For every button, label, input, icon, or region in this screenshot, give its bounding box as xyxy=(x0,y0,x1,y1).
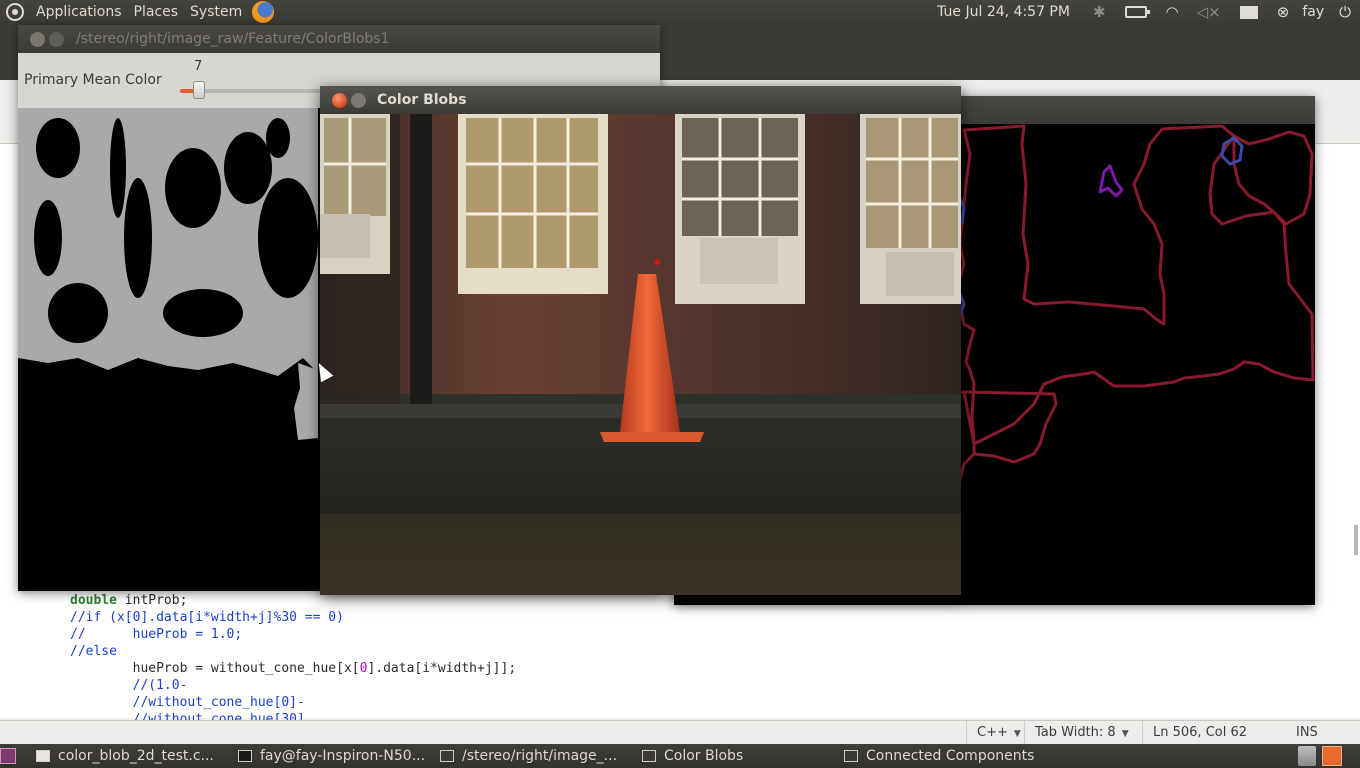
code-token: //without_cone_hue[0]- xyxy=(132,695,305,710)
clock[interactable]: Tue Jul 24, 4:57 PM xyxy=(937,4,1070,20)
code-token: ].data[i*width+j]]; xyxy=(367,661,517,676)
wifi-icon[interactable]: ◠ xyxy=(1166,0,1179,24)
trash-icon[interactable] xyxy=(1298,746,1316,766)
editor-statusbar: C++ ▼ Tab Width: 8 ▼ Ln 506, Col 62 INS xyxy=(0,720,1360,745)
task-editor[interactable]: color_blob_2d_test.c... xyxy=(36,744,214,768)
menu-places[interactable]: Places xyxy=(128,0,185,24)
code-line[interactable]: //(1.0- xyxy=(70,677,516,694)
code-view[interactable]: double intProb; //if (x[0].data[i*width+j… xyxy=(70,592,516,728)
terminal-icon xyxy=(238,750,252,762)
code-token: //(1.0- xyxy=(132,678,188,693)
code-line[interactable]: //without_cone_hue[0]- xyxy=(70,694,516,711)
window-title: Color Blobs xyxy=(377,92,467,108)
window-icon xyxy=(844,750,858,762)
code-line[interactable]: hueProb = without_cone_hue[x[0].data[i*w… xyxy=(70,660,517,677)
close-icon[interactable] xyxy=(30,32,45,47)
battery-icon[interactable] xyxy=(1124,6,1150,18)
editor-scrollbar[interactable] xyxy=(1354,525,1358,555)
insert-mode: INS xyxy=(1296,725,1318,740)
code-token: hueProb = without_cone_hue[x[ xyxy=(132,661,360,676)
task-label: fay@fay-Inspiron-N50... xyxy=(260,748,426,764)
tab-width-selector[interactable]: Tab Width: 8 ▼ xyxy=(1024,721,1142,745)
user-name[interactable]: fay xyxy=(1302,4,1324,20)
code-line[interactable]: // hueProb = 1.0; xyxy=(70,626,516,643)
main-menu: Applications Places System xyxy=(0,0,275,24)
power-icon[interactable]: ⏻ xyxy=(1339,0,1351,24)
menu-system[interactable]: System xyxy=(184,0,248,24)
task-label: color_blob_2d_test.c... xyxy=(58,748,214,764)
cursor-position: Ln 506, Col 62 xyxy=(1142,721,1282,745)
window-title: /stereo/right/image_raw/Feature/ColorBlo… xyxy=(76,31,390,47)
task-color-blobs[interactable]: Color Blobs xyxy=(642,744,743,768)
contour-right-cluster xyxy=(1232,130,1314,226)
trackbar-label: Primary Mean Color xyxy=(24,72,162,88)
contour-large xyxy=(956,124,1315,446)
text-editor-icon xyxy=(36,750,50,762)
task-label: Connected Components xyxy=(866,748,1035,764)
window-icon xyxy=(440,750,454,762)
ubuntu-logo-icon[interactable] xyxy=(6,3,24,21)
top-panel: Applications Places System Tue Jul 24, 4… xyxy=(0,0,1360,24)
task-terminal[interactable]: fay@fay-Inspiron-N50... xyxy=(238,744,425,768)
window-icon xyxy=(642,750,656,762)
code-token: //else xyxy=(70,644,117,659)
task-colorblobs1[interactable]: /stereo/right/image_... xyxy=(440,744,617,768)
code-line[interactable]: //else xyxy=(70,643,516,660)
code-token: double xyxy=(70,593,117,608)
volume-muted-icon[interactable]: ◁× xyxy=(1197,0,1221,24)
system-tray: Tue Jul 24, 4:57 PM ✱ ◠ ◁× ⊗ fay ⏻ xyxy=(937,0,1360,24)
language-label: C++ xyxy=(977,725,1008,740)
chevron-down-icon: ▼ xyxy=(1013,729,1021,739)
menu-applications[interactable]: Applications xyxy=(30,0,128,24)
trackbar-value: 7 xyxy=(194,59,203,74)
language-selector[interactable]: C++ ▼ xyxy=(966,721,1024,745)
window-titlebar[interactable]: Color Blobs xyxy=(320,86,961,114)
camera-image xyxy=(320,114,961,595)
code-line[interactable]: //if (x[0].data[i*width+j]%30 == 0) xyxy=(70,609,516,626)
task-label: /stereo/right/image_... xyxy=(462,748,618,764)
task-label: Color Blobs xyxy=(664,748,744,764)
window-titlebar[interactable]: /stereo/right/image_raw/Feature/ColorBlo… xyxy=(18,25,660,53)
camera-scene-svg xyxy=(320,114,961,595)
firefox-launcher-icon[interactable] xyxy=(252,1,275,23)
tab-width-label: Tab Width: 8 xyxy=(1035,725,1116,740)
chevron-down-icon: ▼ xyxy=(1121,729,1129,739)
task-connected-components[interactable]: Connected Components xyxy=(844,744,1034,768)
minimize-icon[interactable] xyxy=(351,93,366,108)
minimize-icon[interactable] xyxy=(49,32,64,47)
code-token: intProb; xyxy=(116,593,188,608)
user-status-icon[interactable]: ⊗ xyxy=(1277,0,1290,24)
trackbar-thumb[interactable] xyxy=(193,81,205,99)
close-icon[interactable] xyxy=(332,93,347,108)
mail-icon[interactable] xyxy=(1239,5,1258,19)
code-token: // hueProb = 1.0; xyxy=(70,627,243,642)
show-desktop-icon[interactable] xyxy=(0,748,16,764)
code-token: //if (x[0].data[i*width+j]%30 == 0) xyxy=(70,610,344,625)
bluetooth-icon[interactable]: ✱ xyxy=(1093,0,1106,24)
workspace-switcher-icon[interactable] xyxy=(1322,746,1342,766)
color-blobs-window: Color Blobs xyxy=(320,86,961,595)
desktop: Applications Places System Tue Jul 24, 4… xyxy=(0,0,1360,768)
contour-purple xyxy=(1098,164,1124,198)
bottom-taskbar: color_blob_2d_test.c... fay@fay-Inspiron… xyxy=(0,744,1360,768)
